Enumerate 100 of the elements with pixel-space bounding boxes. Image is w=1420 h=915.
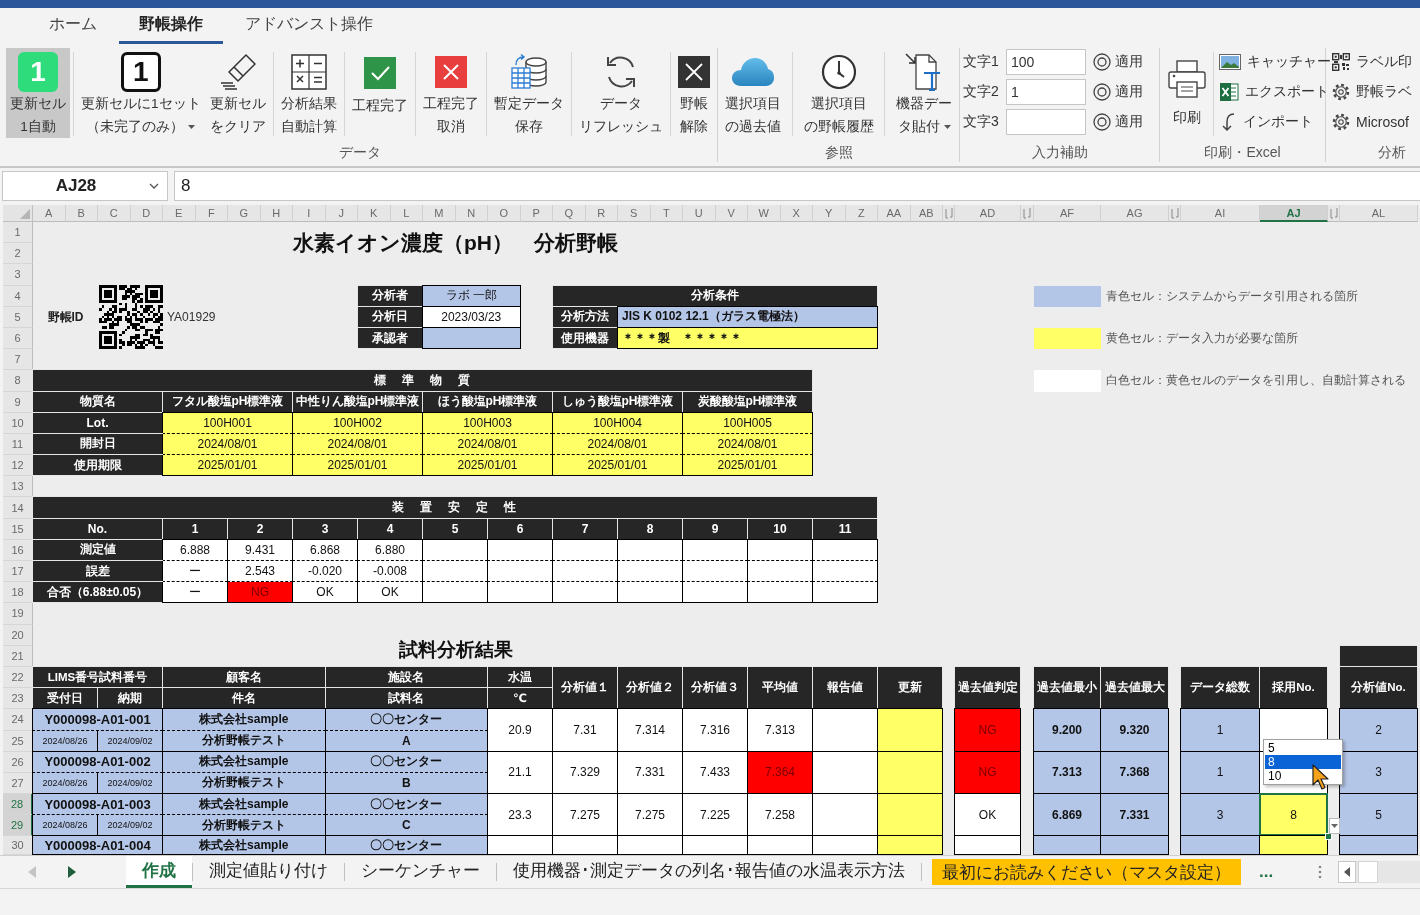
formula-field[interactable]: 8 <box>174 171 1420 201</box>
apply-button[interactable]: 適用 <box>1091 83 1145 101</box>
column-letter[interactable]: E <box>163 205 196 222</box>
sheet-tab[interactable]: 測定値貼り付け <box>193 856 344 888</box>
row-number[interactable]: 1 <box>3 222 33 244</box>
column-letter[interactable]: M <box>423 205 456 222</box>
sheet-tab[interactable]: 作成 <box>126 856 192 888</box>
row-number[interactable]: 5 <box>3 306 33 328</box>
column-letter[interactable]: AD <box>955 205 1021 222</box>
ribbon-button[interactable]: データ リフレッシュ <box>574 48 667 138</box>
row-number[interactable]: 17 <box>3 561 33 583</box>
column-letter[interactable]: G <box>228 205 261 222</box>
ribbon-button[interactable]: 選択項目 の過去値 <box>721 48 785 138</box>
sheet-tab[interactable]: 使用機器･測定データの列名･報告値の水温表示方法 <box>497 856 921 888</box>
row-number[interactable]: 9 <box>3 391 33 413</box>
column-letter[interactable]: AG <box>1101 205 1169 222</box>
row-number[interactable]: 7 <box>3 349 33 371</box>
row-number[interactable]: 21 <box>3 645 33 667</box>
column-letter[interactable]: W <box>748 205 781 222</box>
ribbon-button[interactable]: 工程完了 取消 <box>418 48 483 138</box>
ribbon-tab[interactable]: アドバンスト操作 <box>225 8 393 44</box>
column-letter[interactable]: N <box>455 205 488 222</box>
column-letter[interactable]: R <box>585 205 618 222</box>
column-letter[interactable]: L <box>390 205 423 222</box>
sheet-tab[interactable]: 最初にお読みください（マスタ設定） <box>932 859 1241 885</box>
text-field[interactable] <box>1006 109 1086 135</box>
text-field[interactable]: 100 <box>1006 49 1086 75</box>
column-letter[interactable]: AF <box>1034 205 1101 222</box>
row-number[interactable]: 3 <box>3 264 33 286</box>
scrollbar-thumb[interactable] <box>1358 861 1378 883</box>
column-letter[interactable]: K <box>358 205 391 222</box>
ribbon-tab[interactable]: 野帳操作 <box>119 8 223 44</box>
fill-handle[interactable] <box>1325 833 1332 841</box>
column-letter[interactable]: AI <box>1181 205 1260 222</box>
column-letter[interactable]: A <box>33 205 66 222</box>
column-letter[interactable]: AL <box>1340 205 1418 222</box>
row-number[interactable]: 8 <box>3 370 33 392</box>
more-tabs-button[interactable]: ... <box>1251 856 1282 888</box>
scroll-left-button[interactable] <box>1338 861 1356 883</box>
print-button[interactable]: 印刷 <box>1163 48 1211 138</box>
row-number[interactable]: 16 <box>3 539 33 561</box>
select-all-button[interactable] <box>3 205 33 222</box>
row-number[interactable]: 15 <box>3 518 33 540</box>
column-letter[interactable]: T <box>650 205 683 222</box>
column-letter[interactable]: S <box>618 205 651 222</box>
column-letter[interactable]: O <box>488 205 521 222</box>
ribbon-button[interactable]: 工程完了 <box>347 48 412 138</box>
column-letter[interactable]: U <box>683 205 716 222</box>
column-letter[interactable]: X <box>780 205 813 222</box>
column-letter[interactable]: AB <box>910 205 943 222</box>
row-number[interactable]: 26 <box>3 751 33 773</box>
apply-button[interactable]: 適用 <box>1091 53 1145 71</box>
row-number[interactable]: 14 <box>3 497 33 519</box>
caret-right-icon[interactable] <box>68 866 76 878</box>
row-number[interactable]: 25 <box>3 730 33 752</box>
name-box[interactable]: AJ28 <box>2 171 168 201</box>
vertical-dots-icon[interactable] <box>1318 865 1322 879</box>
dropdown-option[interactable]: 5 <box>1265 741 1341 756</box>
column-letter[interactable]: H <box>260 205 293 222</box>
column-letter[interactable]: Q <box>553 205 586 222</box>
column-letter[interactable]: AA <box>878 205 911 222</box>
ribbon-button[interactable]: 野帳 解除 <box>674 48 714 138</box>
sheet-tab[interactable]: シーケンチャー <box>345 856 496 888</box>
ribbon-button[interactable]: 1 更新セルに1セット （未完了のみ） <box>77 48 205 138</box>
dropdown-option[interactable]: 8 <box>1265 755 1341 770</box>
ribbon-tab[interactable]: ホーム <box>29 8 117 44</box>
ribbon-button[interactable]: 分析結果 自動計算 <box>276 48 341 138</box>
column-letter[interactable]: B <box>65 205 98 222</box>
row-number[interactable]: 22 <box>3 666 33 689</box>
row-number[interactable]: 24 <box>3 709 33 731</box>
row-number[interactable]: 30 <box>3 836 33 855</box>
dropdown-option[interactable]: 10 <box>1265 769 1341 784</box>
ribbon-button[interactable]: 1 更新セル 1自動 <box>6 48 70 138</box>
row-number[interactable]: 6 <box>3 327 33 350</box>
ribbon-button[interactable]: 更新セル をクリア <box>205 48 270 138</box>
column-letter[interactable]: F <box>195 205 228 222</box>
row-number[interactable]: 28 <box>3 794 33 816</box>
row-number[interactable]: 23 <box>3 688 33 710</box>
column-letter[interactable]: I <box>293 205 326 222</box>
scrollbar-track[interactable] <box>1338 861 1420 883</box>
ribbon-button[interactable]: 暫定データ 保存 <box>489 48 568 138</box>
row-number[interactable]: 19 <box>3 603 33 625</box>
text-field[interactable]: 1 <box>1006 79 1086 105</box>
row-number[interactable]: 10 <box>3 412 33 434</box>
dropdown-button[interactable] <box>1329 818 1340 835</box>
apply-button[interactable]: 適用 <box>1091 113 1145 131</box>
row-number[interactable]: 13 <box>3 476 33 498</box>
row-number[interactable]: 20 <box>3 624 33 646</box>
row-number[interactable]: 2 <box>3 243 33 265</box>
row-number[interactable]: 4 <box>3 285 33 307</box>
row-number[interactable]: 27 <box>3 772 33 795</box>
row-number[interactable]: 12 <box>3 455 33 477</box>
row-number[interactable]: 29 <box>3 815 33 837</box>
ribbon-button[interactable]: 選択項目 の野帳履歴 <box>799 48 878 138</box>
column-letter[interactable]: D <box>130 205 163 222</box>
row-number[interactable]: 18 <box>3 582 33 604</box>
column-letter[interactable]: AJ <box>1260 205 1328 222</box>
column-letter[interactable]: Z <box>845 205 878 222</box>
column-letter[interactable]: Y <box>813 205 846 222</box>
row-number[interactable]: 11 <box>3 433 33 456</box>
